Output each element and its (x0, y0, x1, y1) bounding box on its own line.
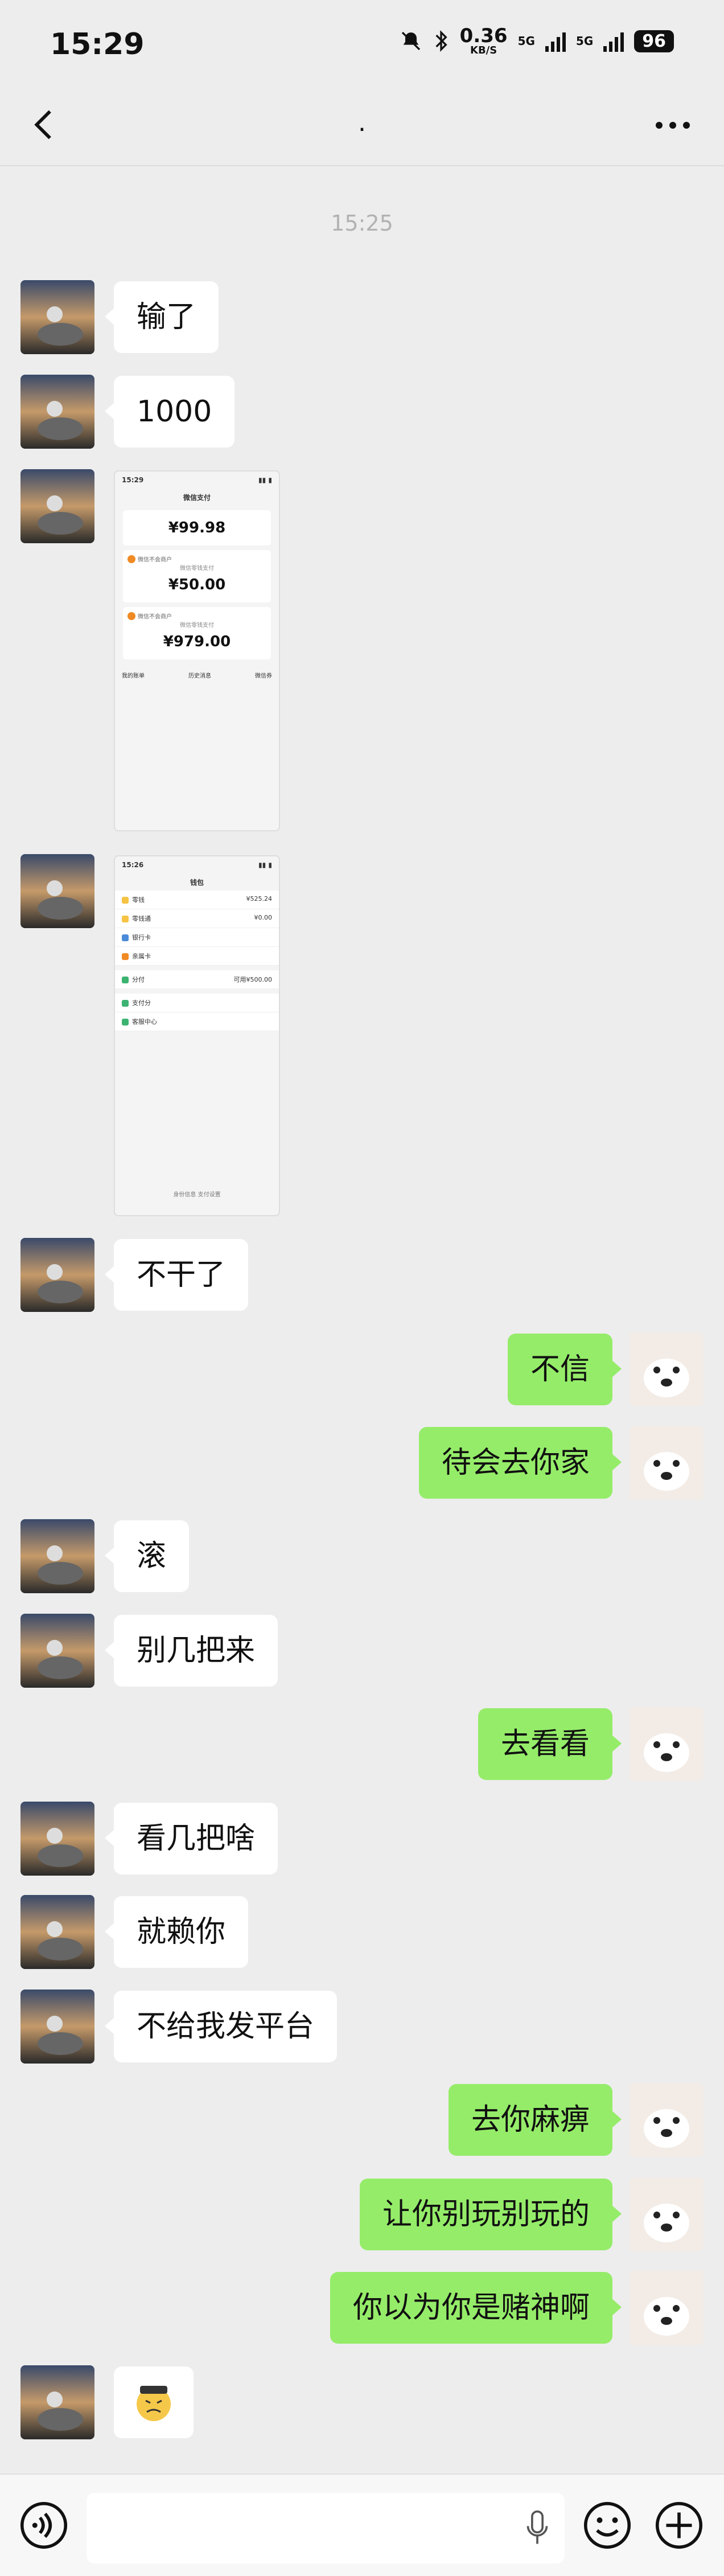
screenshot-footer: 身份信息 支付设置 (173, 1192, 221, 1198)
message-bubble-received[interactable]: 输了 (104, 281, 219, 353)
avatar-contact[interactable] (20, 1895, 94, 1969)
wallet-row: 零钱通 ¥0.00 (115, 909, 279, 928)
avatar-self[interactable] (630, 1332, 704, 1406)
voice-icon[interactable] (18, 2500, 69, 2551)
payment-card: ¥99.98 (123, 510, 271, 545)
payment-card: 微信不会商户 微信零钱支付 ¥50.00 (123, 550, 271, 602)
message-bubble-received[interactable]: 看几把啥 (104, 1803, 278, 1874)
emoji-icon[interactable] (582, 2500, 633, 2551)
message-bubble-received[interactable]: 不干了 (104, 1239, 249, 1311)
message-input[interactable] (87, 2493, 565, 2563)
wallet-row: 客服中心 (115, 1012, 279, 1031)
screenshot-footer: 我的账单 历史消息 微信券 (115, 666, 279, 683)
message-bubble-sent[interactable]: 让你别玩别玩的 (359, 2179, 622, 2250)
merchant-name: 微信不会商户 (138, 557, 172, 563)
avatar-contact[interactable] (20, 2365, 94, 2439)
payment-label: 微信零钱支付 (180, 565, 214, 572)
merchant-name: 微信不会商户 (138, 614, 172, 620)
message-bubble-sent[interactable]: 你以为你是赌神啊 (330, 2272, 622, 2344)
payment-amount: ¥99.98 (168, 519, 226, 536)
avatar-contact[interactable] (20, 469, 94, 543)
avatar-contact[interactable] (20, 1990, 94, 2064)
footer-item: 微信券 (255, 672, 272, 679)
screenshot-title: 钱包 (190, 878, 204, 887)
chat-header: . (0, 85, 724, 166)
payment-amount: ¥979.00 (163, 633, 231, 650)
screenshot-time: 15:29 (122, 476, 144, 484)
avatar-contact[interactable] (20, 280, 94, 354)
message-bubble-sent[interactable]: 去你麻痹 (448, 2084, 622, 2156)
payment-card: 微信不会商户 微信零钱支付 ¥979.00 (123, 607, 271, 659)
image-message-bills[interactable]: 15:29 ▮▮ ▮ 微信支付 ¥99.98 微信不会商户 微信零钱支付 ¥50.… (114, 470, 280, 831)
network-label-2: 5G (575, 34, 594, 48)
plus-icon[interactable] (653, 2500, 705, 2551)
microphone-icon[interactable] (525, 2509, 550, 2548)
signal-icon-2 (603, 30, 624, 52)
avatar-self[interactable] (630, 2271, 704, 2345)
screenshot-time: 15:26 (122, 861, 144, 869)
wallet-row: 支付分 (115, 994, 279, 1012)
message-bubble-received[interactable]: 1000 (104, 376, 235, 448)
bluetooth-icon (435, 30, 447, 52)
wallet-row: 分付 可用¥500.00 (115, 970, 279, 989)
message-bubble-sent[interactable]: 去看看 (478, 1708, 622, 1780)
net-speed-unit: KB/S (470, 44, 497, 56)
mute-bell-icon (401, 31, 420, 51)
net-speed-value: 0.36 (459, 24, 508, 47)
avatar-self[interactable] (630, 2177, 704, 2251)
chat-title: . (358, 108, 366, 137)
battery-indicator: 96 (634, 30, 674, 52)
footer-item: 历史消息 (188, 672, 211, 679)
avatar-contact[interactable] (20, 1614, 94, 1688)
payment-amount: ¥50.00 (168, 576, 226, 593)
wallet-row: 银行卡 (115, 928, 279, 947)
screenshot-title: 微信支付 (183, 493, 211, 502)
avatar-contact[interactable] (20, 1802, 94, 1876)
avatar-self[interactable] (630, 1426, 704, 1500)
message-bubble-received[interactable]: 别几把来 (104, 1615, 278, 1687)
payment-label: 微信零钱支付 (180, 622, 214, 629)
input-bar (0, 2474, 724, 2576)
message-bubble-sent[interactable]: 不信 (507, 1334, 622, 1405)
status-icons: 0.36 KB/S 5G 5G 96 (400, 26, 674, 56)
message-bubble-received[interactable]: 滚 (104, 1520, 190, 1592)
message-bubble-received[interactable]: 不给我发平台 (104, 1991, 338, 2062)
wallet-row: 亲属卡 (115, 947, 279, 966)
status-time: 15:29 (50, 27, 145, 61)
avatar-contact[interactable] (20, 1238, 94, 1312)
net-speed: 0.36 KB/S (460, 26, 508, 56)
signal-icon (545, 30, 566, 52)
image-message-wallet[interactable]: 15:26 ▮▮ ▮ 钱包 零钱 ¥525.24 零钱通 ¥0.00 银行卡 亲属卡 … (114, 855, 280, 1216)
emoji-sticker[interactable] (114, 2366, 194, 2438)
avatar-contact[interactable] (20, 375, 94, 449)
avatar-contact[interactable] (20, 854, 94, 928)
avatar-self[interactable] (630, 2083, 704, 2157)
message-bubble-sent[interactable]: 待会去你家 (418, 1427, 622, 1499)
wallet-row: 零钱 ¥525.24 (115, 891, 279, 909)
network-label-1: 5G (517, 34, 535, 48)
more-dots-icon[interactable] (650, 108, 696, 142)
status-bar: 15:29 0.36 KB/S 5G 5G 96 (0, 0, 724, 85)
avatar-self[interactable] (630, 1707, 704, 1781)
message-bubble-received[interactable]: 就赖你 (104, 1896, 249, 1968)
footer-item: 我的账单 (122, 672, 145, 679)
avatar-contact[interactable] (20, 1519, 94, 1593)
message-timestamp: 15:25 (331, 211, 393, 236)
